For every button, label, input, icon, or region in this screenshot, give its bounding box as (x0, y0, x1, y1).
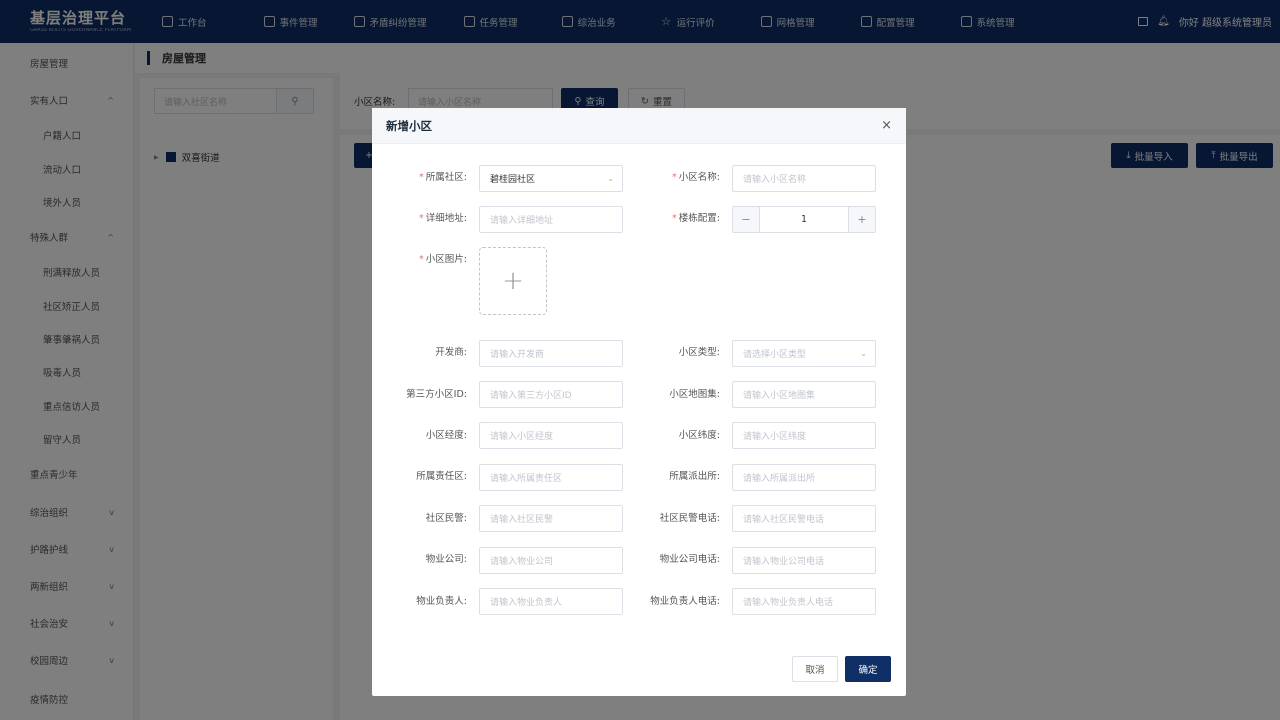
latitude-label: 小区纬度: (678, 430, 720, 441)
map-set-input[interactable]: 请输入小区地图集 (732, 381, 876, 408)
plus-icon[interactable]: + (848, 207, 875, 232)
longitude-label: 小区经度: (425, 430, 467, 441)
building-value[interactable]: 1 (760, 207, 848, 232)
community-select[interactable]: 碧桂园社区 ⌄ (479, 165, 623, 192)
address-label: * 详细地址: (419, 213, 467, 224)
close-icon[interactable]: × (881, 118, 892, 133)
community-label: * 所属社区: (419, 172, 467, 183)
chevron-down-icon: ⌄ (607, 174, 614, 183)
map-set-label: 小区地图集: (669, 389, 720, 400)
property-phone-label: 物业公司电话: (659, 554, 720, 565)
add-community-dialog: 新增小区 × * 所属社区: 碧桂园社区 ⌄ * 小区名称: 请输入小区名称 * 详细地… (372, 108, 906, 696)
property-input[interactable]: 请输入物业公司 (479, 547, 623, 574)
minus-icon[interactable]: − (733, 207, 760, 232)
building-stepper[interactable]: − 1 + (732, 206, 876, 233)
longitude-input[interactable]: 请输入小区经度 (479, 422, 623, 449)
name-label: * 小区名称: (672, 172, 720, 183)
type-select[interactable]: 请选择小区类型 ⌄ (732, 340, 876, 367)
developer-label: 开发商: (435, 347, 467, 358)
third-id-input[interactable]: 请输入第三方小区ID (479, 381, 623, 408)
duty-area-label: 所属责任区: (416, 471, 467, 482)
confirm-button[interactable]: 确定 (845, 656, 891, 682)
image-label: * 小区图片: (419, 254, 467, 265)
police-phone-label: 社区民警电话: (659, 513, 720, 524)
police-phone-input[interactable]: 请输入社区民警电话 (732, 505, 876, 532)
police-input[interactable]: 请输入社区民警 (479, 505, 623, 532)
latitude-input[interactable]: 请输入小区纬度 (732, 422, 876, 449)
property-phone-input[interactable]: 请输入物业公司电话 (732, 547, 876, 574)
chevron-down-icon: ⌄ (860, 349, 867, 358)
address-input[interactable]: 请输入详细地址 (479, 206, 623, 233)
community-value: 碧桂园社区 (490, 175, 536, 185)
duty-area-input[interactable]: 请输入所属责任区 (479, 464, 623, 491)
image-upload[interactable]: + (479, 247, 547, 315)
manager-phone-input[interactable]: 请输入物业负责人电话 (732, 588, 876, 615)
building-label: * 楼栋配置: (672, 213, 720, 224)
police-station-label: 所属派出所: (669, 471, 720, 482)
cancel-button[interactable]: 取消 (792, 656, 838, 682)
third-id-label: 第三方小区ID: (406, 389, 467, 400)
manager-phone-label: 物业负责人电话: (650, 596, 720, 607)
property-label: 物业公司: (425, 554, 467, 565)
manager-input[interactable]: 请输入物业负责人 (479, 588, 623, 615)
type-placeholder: 请选择小区类型 (743, 350, 807, 360)
dialog-title: 新增小区 (386, 118, 432, 133)
plus-icon: + (502, 266, 524, 296)
manager-label: 物业负责人: (416, 596, 467, 607)
community-name-input[interactable]: 请输入小区名称 (732, 165, 876, 192)
developer-input[interactable]: 请输入开发商 (479, 340, 623, 367)
type-label: 小区类型: (678, 347, 720, 358)
dialog-header: 新增小区 × (372, 108, 906, 144)
police-label: 社区民警: (425, 513, 467, 524)
police-station-input[interactable]: 请输入所属派出所 (732, 464, 876, 491)
